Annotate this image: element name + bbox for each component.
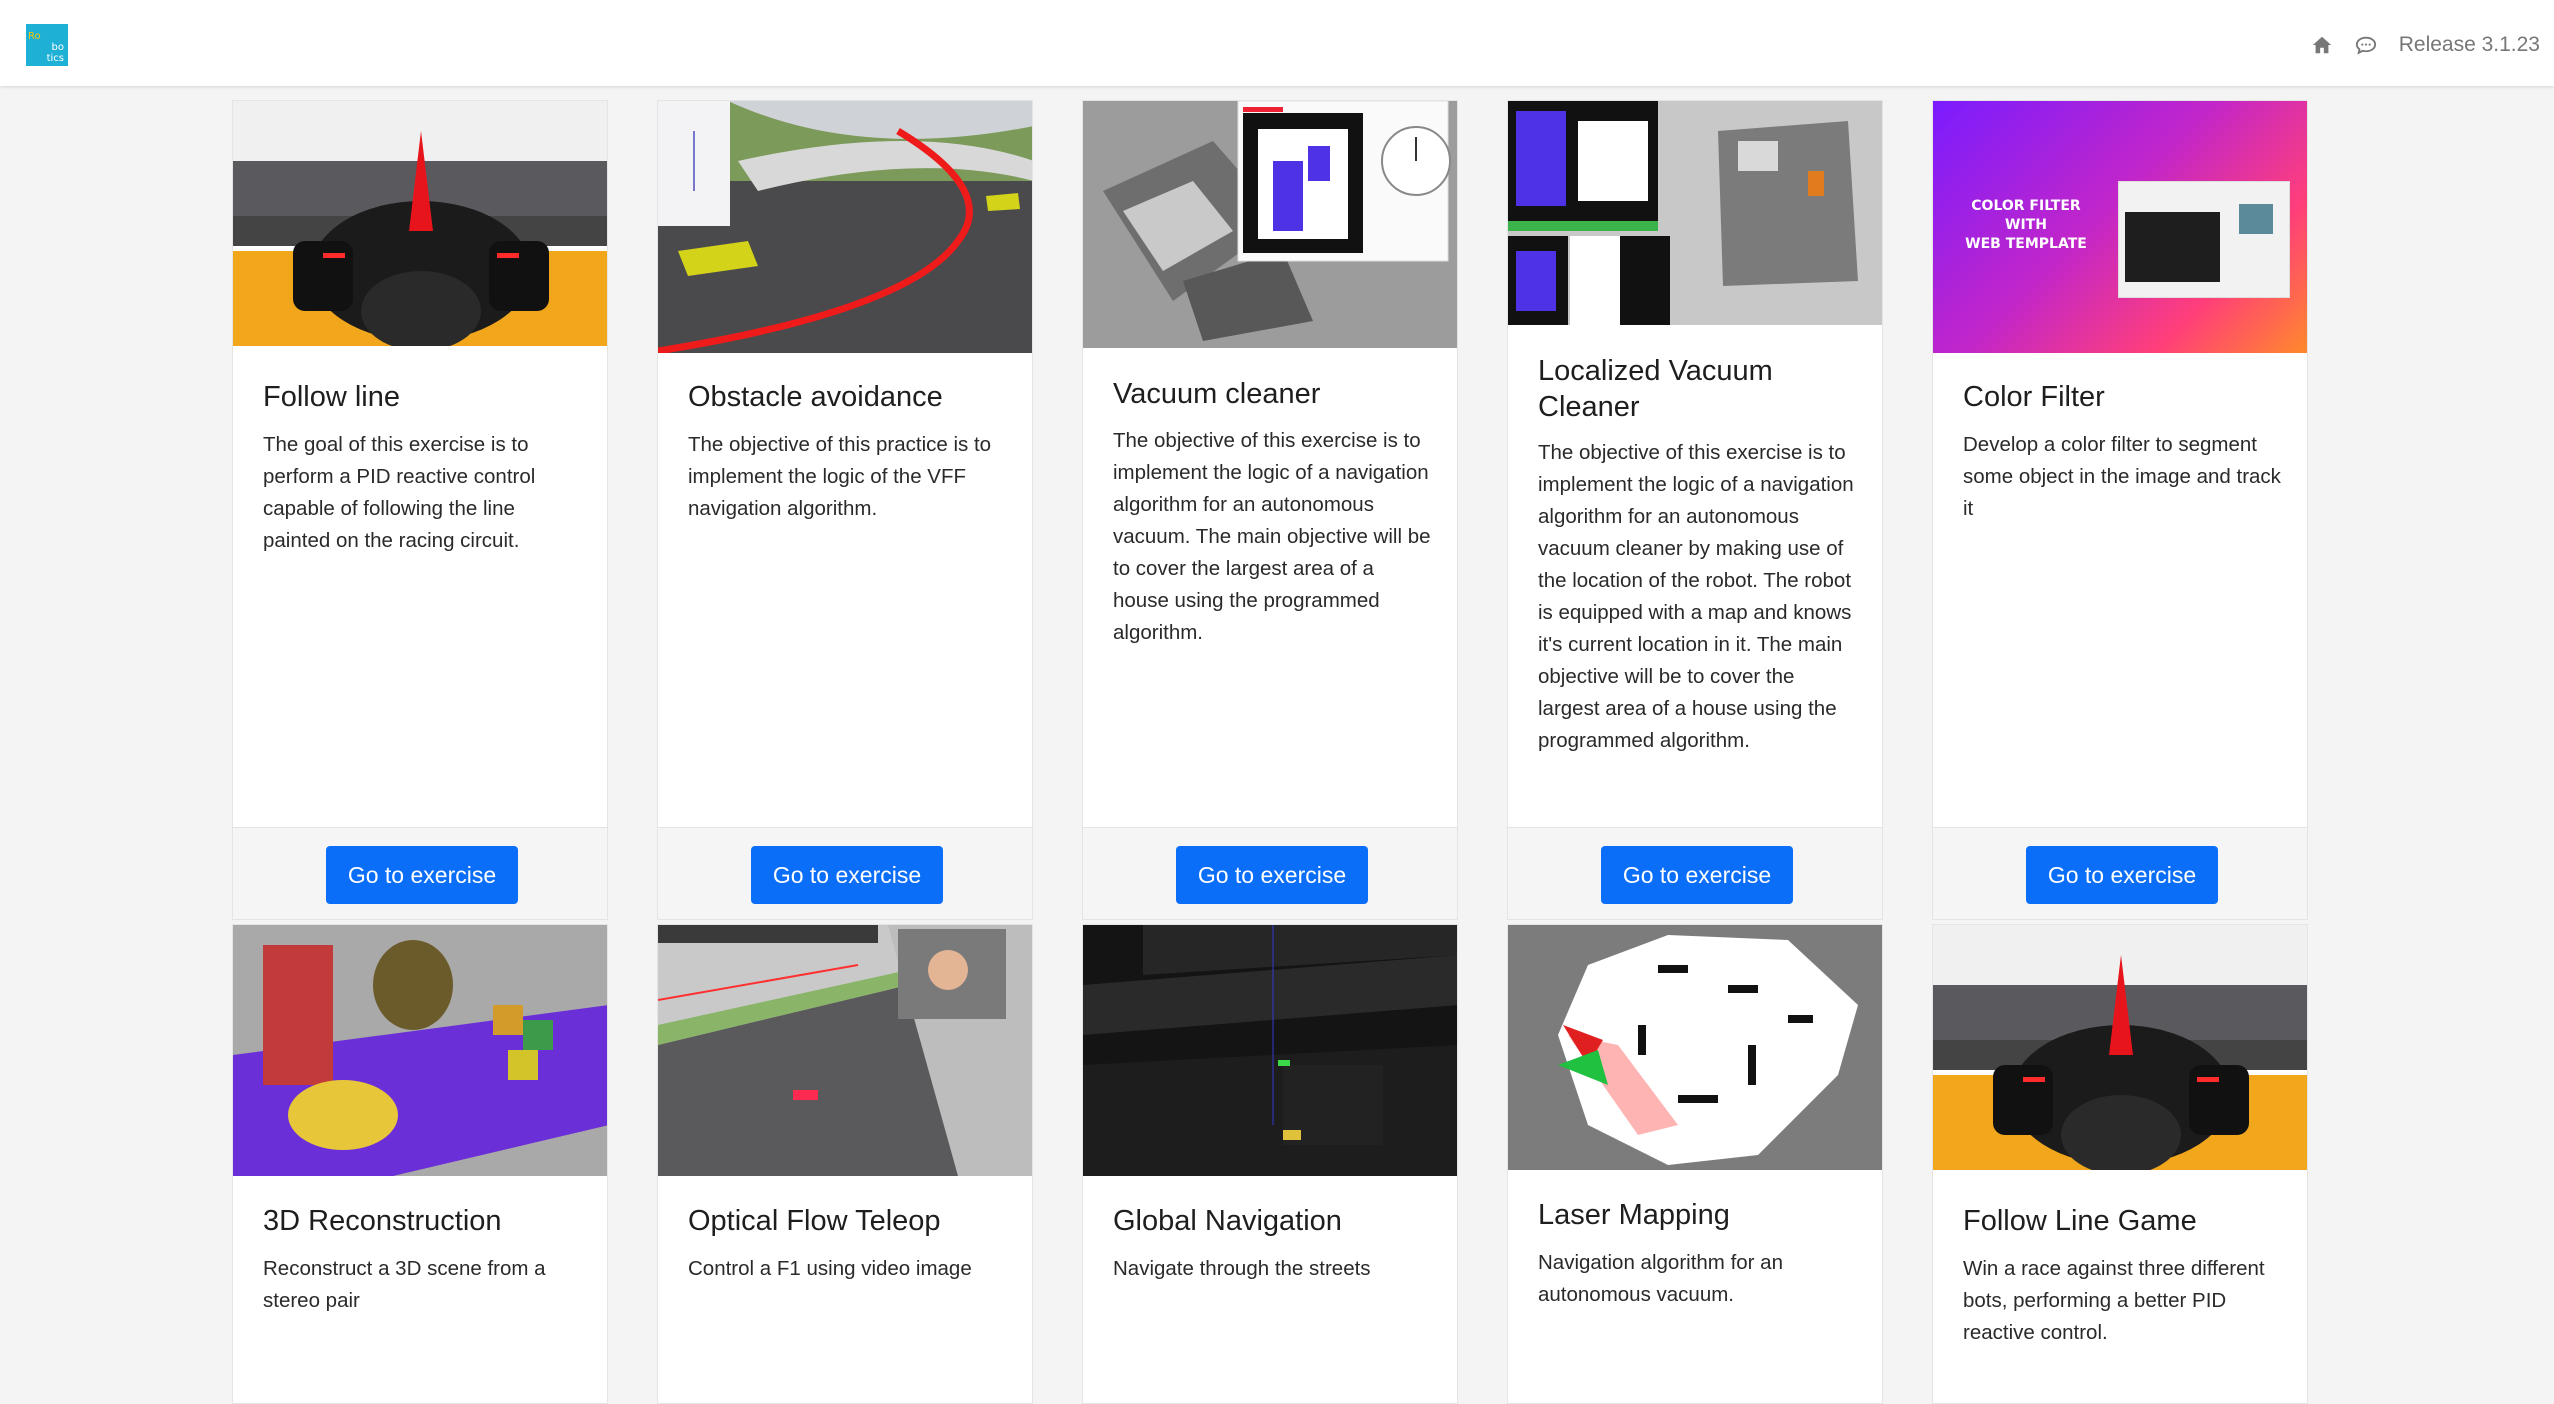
laser-mapping-thumbnail — [1508, 925, 1882, 1170]
go-to-exercise-button[interactable]: Go to exercise — [2026, 846, 2218, 904]
exercise-card-follow-line: Follow line The goal of this exercise is… — [232, 100, 608, 920]
card-title: Optical Flow Teleop — [688, 1205, 941, 1237]
follow-line-thumbnail — [233, 101, 607, 346]
global-navigation-thumbnail — [1083, 925, 1457, 1176]
card-title: Follow Line Game — [1963, 1205, 2197, 1237]
navbar-right: Release 3.1.23 — [2311, 28, 2540, 62]
optical-flow-thumbnail — [658, 925, 1032, 1176]
card-description: The goal of this exercise is to perform … — [263, 433, 536, 552]
color-filter-thumbnail: COLOR FILTER WITH WEB TEMPLATE — [1933, 101, 2307, 353]
card-title: 3D Reconstruction — [263, 1205, 502, 1237]
exercise-card-localized-vacuum-cleaner: Localized Vacuum Cleaner The objective o… — [1507, 100, 1883, 920]
card-description: The objective of this exercise is to imp… — [1113, 429, 1431, 644]
logo-line-2: bo — [51, 42, 64, 53]
logo-line-1: Ro — [28, 31, 41, 42]
release-version: Release 3.1.23 — [2398, 33, 2540, 56]
card-title: Vacuum cleaner — [1113, 378, 1321, 410]
card-footer: Go to exercise — [233, 827, 607, 919]
go-to-exercise-button[interactable]: Go to exercise — [1601, 846, 1793, 904]
exercise-card-optical-flow-teleop: Optical Flow Teleop Control a F1 using v… — [657, 924, 1033, 1404]
chat-icon[interactable] — [2355, 34, 2377, 56]
card-title: Color Filter — [1963, 381, 2105, 413]
image-caption-line-3: WEB TEMPLATE — [1965, 236, 2087, 252]
exercise-card-follow-line-game: Follow Line Game Win a race against thre… — [1932, 924, 2308, 1404]
card-footer: Go to exercise — [1933, 827, 2307, 919]
card-description: Navigate through the streets — [1113, 1257, 1371, 1280]
card-footer: Go to exercise — [658, 827, 1032, 919]
exercise-card-global-navigation: Global Navigation Navigate through the s… — [1082, 924, 1458, 1404]
card-title: Localized Vacuum Cleaner — [1538, 355, 1773, 423]
card-description: Navigation algorithm for an autonomous v… — [1538, 1251, 1783, 1306]
card-title: Follow line — [263, 381, 400, 413]
card-description: The objective of this exercise is to imp… — [1538, 441, 1854, 752]
image-caption-line-1: COLOR FILTER — [1971, 198, 2081, 214]
jderobot-logo[interactable]: Ro bo tics — [26, 24, 68, 66]
vacuum-cleaner-thumbnail — [1083, 101, 1457, 348]
card-description: Win a race against three different bots,… — [1963, 1257, 2265, 1344]
top-navbar: Ro bo tics Release 3.1.23 — [0, 0, 2554, 86]
image-caption-line-2: WITH — [2005, 217, 2047, 233]
card-description: The objective of this practice is to imp… — [688, 433, 992, 520]
exercise-card-color-filter: COLOR FILTER WITH WEB TEMPLATE Color Fil… — [1932, 100, 2308, 920]
logo-line-3: tics — [46, 53, 64, 64]
card-title: Global Navigation — [1113, 1205, 1342, 1237]
follow-line-game-thumbnail — [1933, 925, 2307, 1170]
obstacle-avoidance-thumbnail — [658, 101, 1032, 353]
screen-mockup — [2118, 181, 2290, 298]
go-to-exercise-button[interactable]: Go to exercise — [1176, 846, 1368, 904]
exercise-card-vacuum-cleaner: Vacuum cleaner The objective of this exe… — [1082, 100, 1458, 920]
home-icon[interactable] — [2311, 34, 2333, 56]
card-description: Develop a color filter to segment some o… — [1963, 433, 2281, 520]
exercise-card-3d-reconstruction: 3D Reconstruction Reconstruct a 3D scene… — [232, 924, 608, 1404]
go-to-exercise-button[interactable]: Go to exercise — [326, 846, 518, 904]
3d-reconstruction-thumbnail — [233, 925, 607, 1176]
go-to-exercise-button[interactable]: Go to exercise — [751, 846, 943, 904]
card-footer: Go to exercise — [1083, 827, 1457, 919]
localized-vacuum-thumbnail — [1508, 101, 1882, 325]
card-footer: Go to exercise — [1508, 827, 1882, 919]
exercise-card-laser-mapping: Laser Mapping Navigation algorithm for a… — [1507, 924, 1883, 1404]
card-description: Control a F1 using video image — [688, 1257, 972, 1280]
card-description: Reconstruct a 3D scene from a stereo pai… — [263, 1257, 546, 1312]
exercise-card-obstacle-avoidance: Obstacle avoidance The objective of this… — [657, 100, 1033, 920]
card-title: Obstacle avoidance — [688, 381, 943, 413]
card-title: Laser Mapping — [1538, 1199, 1730, 1231]
